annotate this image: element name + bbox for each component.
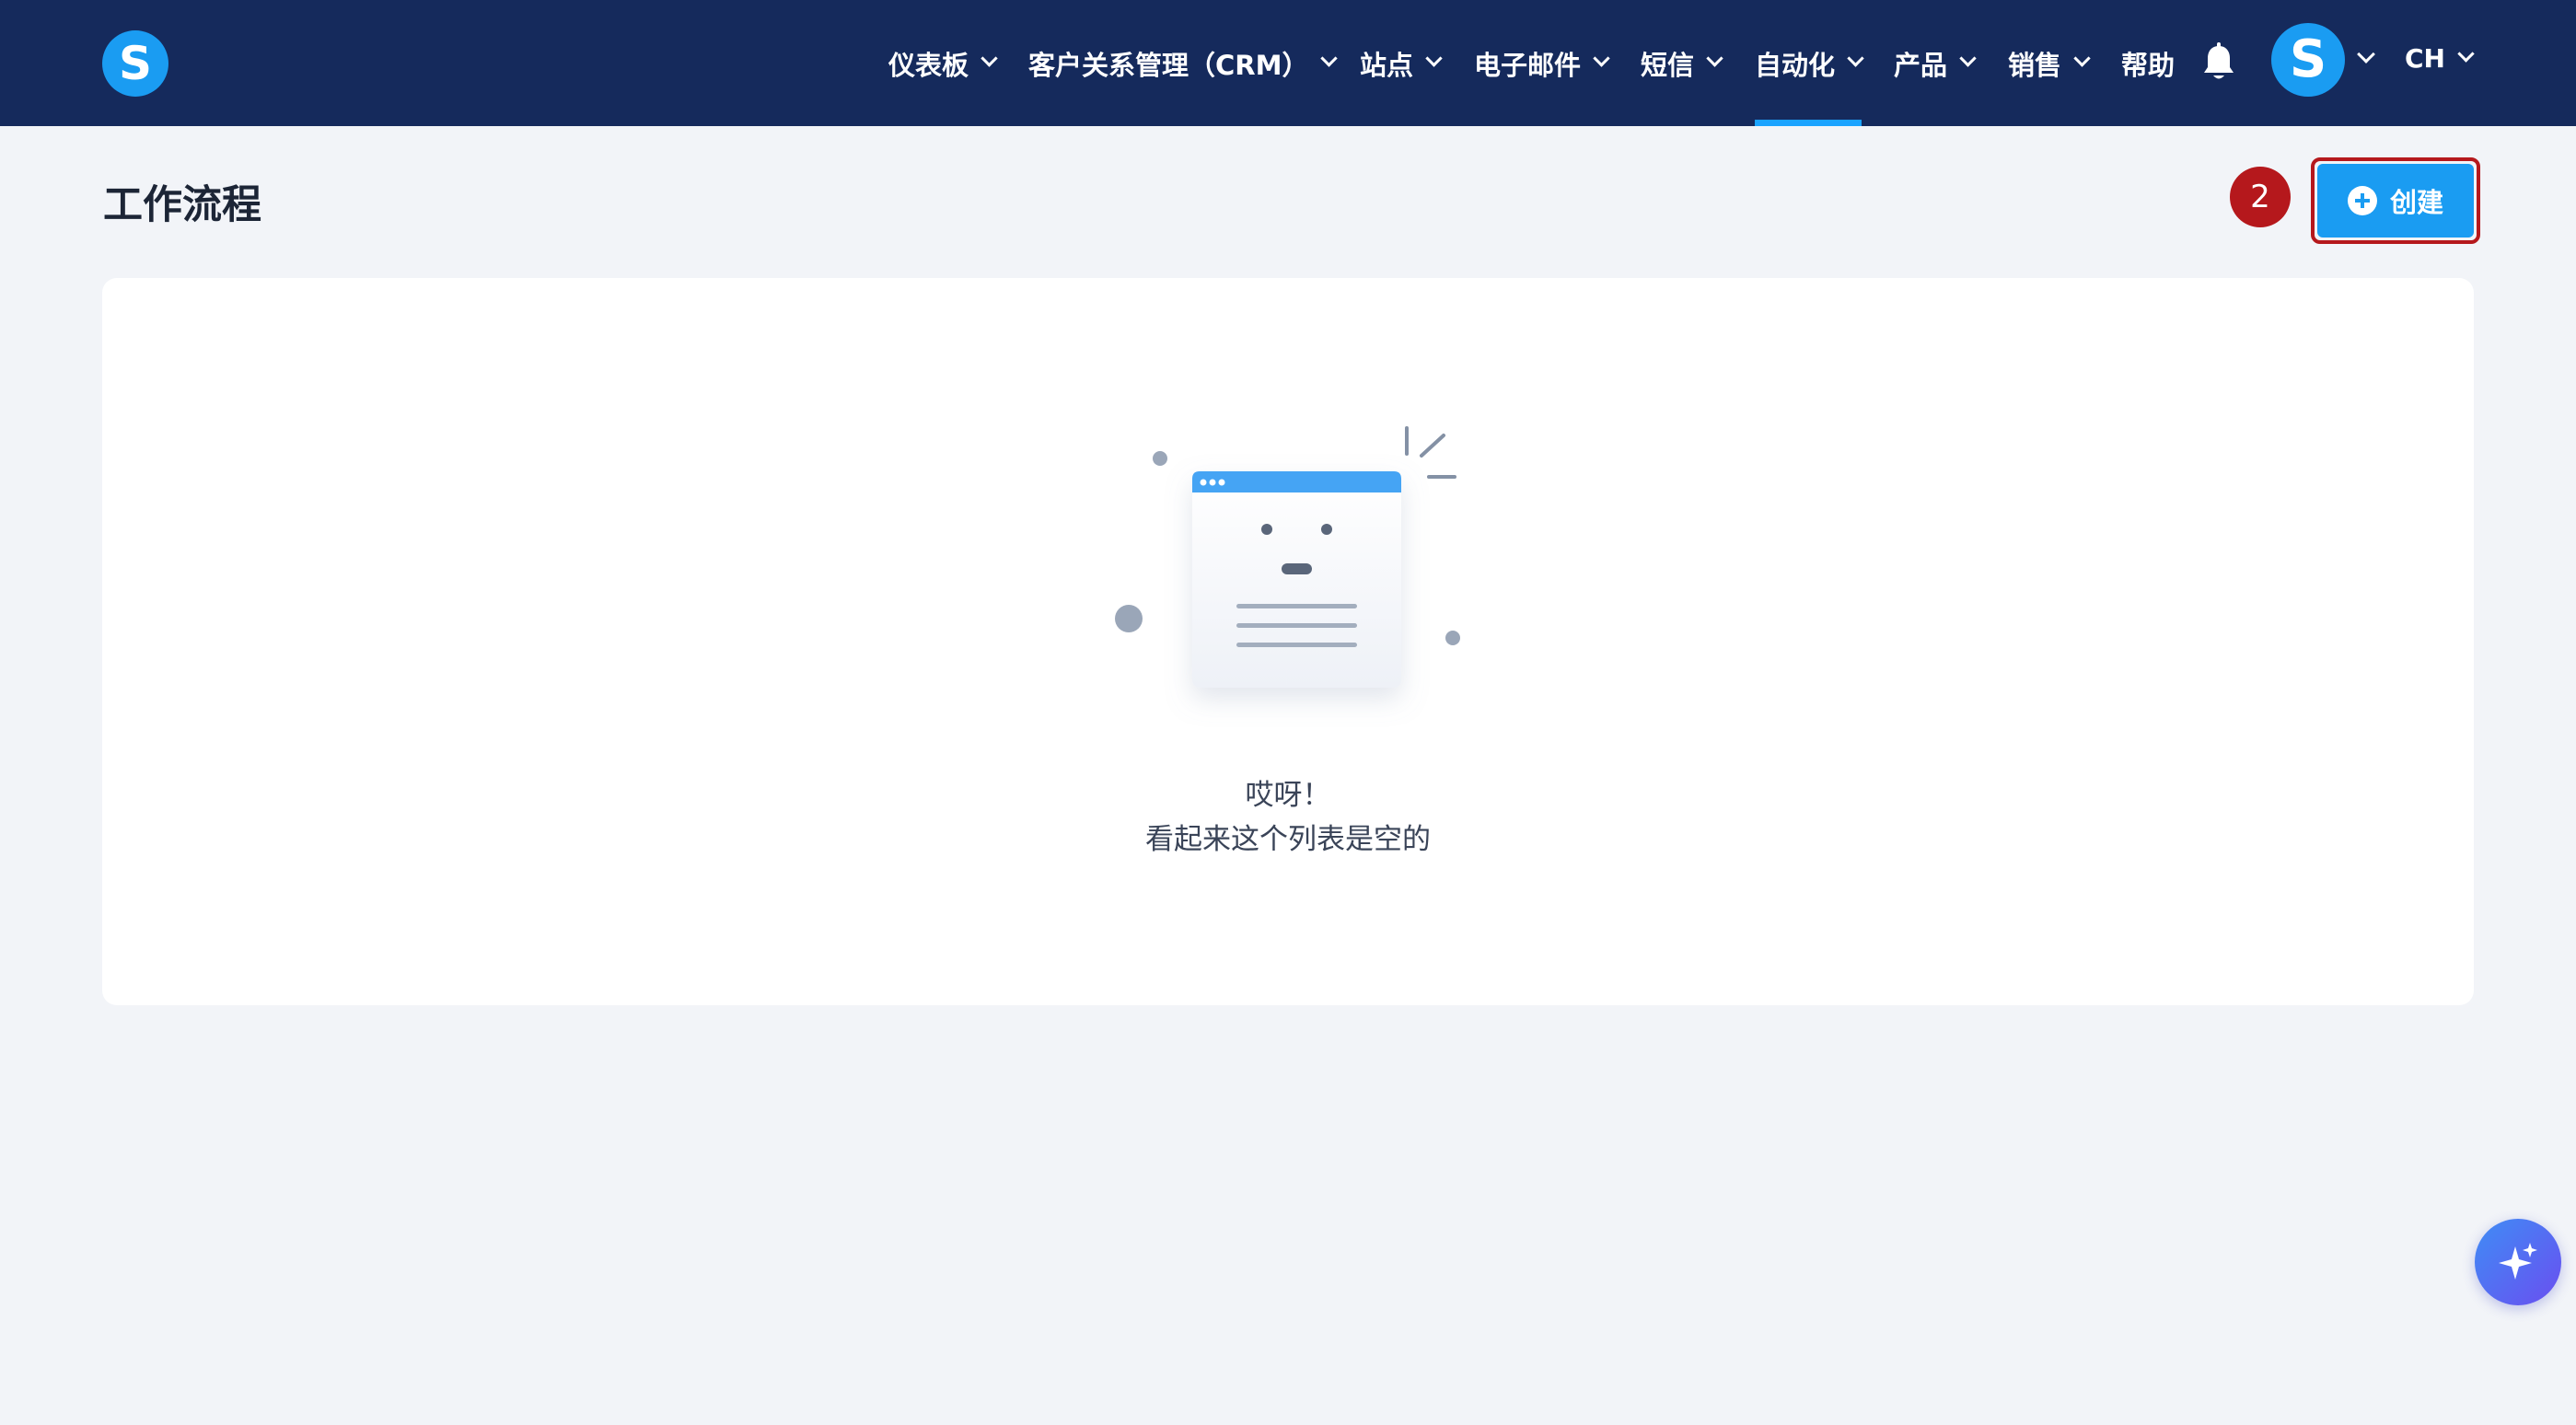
nav-item-sms[interactable]: 短信 [1641,0,1723,126]
chevron-down-icon [1706,50,1723,67]
main-nav: 仪表板 客户关系管理（CRM） 站点 电子邮件 短信 自动化 产品 销售 帮助 [0,0,2576,126]
sparkle-icon [2499,1243,2537,1280]
nav-item-label: 站点 [1360,49,1414,81]
language-selector[interactable]: CH [2405,0,2475,117]
nav-item-sites[interactable]: 站点 [1360,0,1443,126]
nav-item-sales[interactable]: 销售 [2008,0,2091,126]
chevron-down-icon [1320,50,1339,67]
user-avatar[interactable]: S [2271,23,2345,97]
nav-item-label: 帮助 [2121,49,2176,81]
create-button-highlight: 创建 [2311,157,2480,244]
create-button[interactable]: 创建 [2317,164,2474,238]
chevron-down-icon [1593,50,1610,67]
chevron-down-icon [1425,50,1443,67]
bell-icon[interactable] [2200,42,2237,83]
nav-item-label: 销售 [2008,49,2062,81]
nav-item-crm[interactable]: 客户关系管理（CRM） [1028,0,1339,126]
empty-state-subtitle: 看起来这个列表是空的 [1145,823,1431,856]
nav-item-email[interactable]: 电子邮件 [1474,0,1610,126]
chevron-down-icon [1959,50,1977,67]
step-badge: 2 [2230,167,2291,227]
nav-item-label: 仪表板 [888,49,969,81]
nav-item-label: 客户关系管理（CRM） [1028,49,1309,81]
user-avatar-letter: S [2289,29,2327,89]
plus-circle-icon [2347,186,2377,215]
nav-item-automation[interactable]: 自动化 [1755,0,1864,126]
chevron-down-icon [2457,45,2475,63]
ai-assistant-button[interactable] [2475,1219,2561,1305]
chevron-down-icon [981,50,998,67]
create-button-label: 创建 [2389,187,2443,218]
nav-item-help[interactable]: 帮助 [2121,0,2175,126]
empty-list-illustration [1115,426,1460,688]
nav-item-label: 产品 [1894,49,1948,81]
empty-state-title: 哎呀！ [1245,779,1331,812]
language-label: CH [2405,43,2445,74]
nav-item-label: 自动化 [1755,49,1836,81]
nav-item-products[interactable]: 产品 [1894,0,1977,126]
top-navigation-bar: S 仪表板 客户关系管理（CRM） 站点 电子邮件 短信 自动化 产品 销售 帮… [0,0,2576,126]
chevron-down-icon [2073,50,2091,67]
page-title: 工作流程 [103,182,261,228]
nav-item-dashboard[interactable]: 仪表板 [888,0,998,126]
nav-item-label: 短信 [1641,49,1695,81]
nav-item-label: 电子邮件 [1474,49,1582,81]
chevron-down-icon [1847,50,1864,67]
